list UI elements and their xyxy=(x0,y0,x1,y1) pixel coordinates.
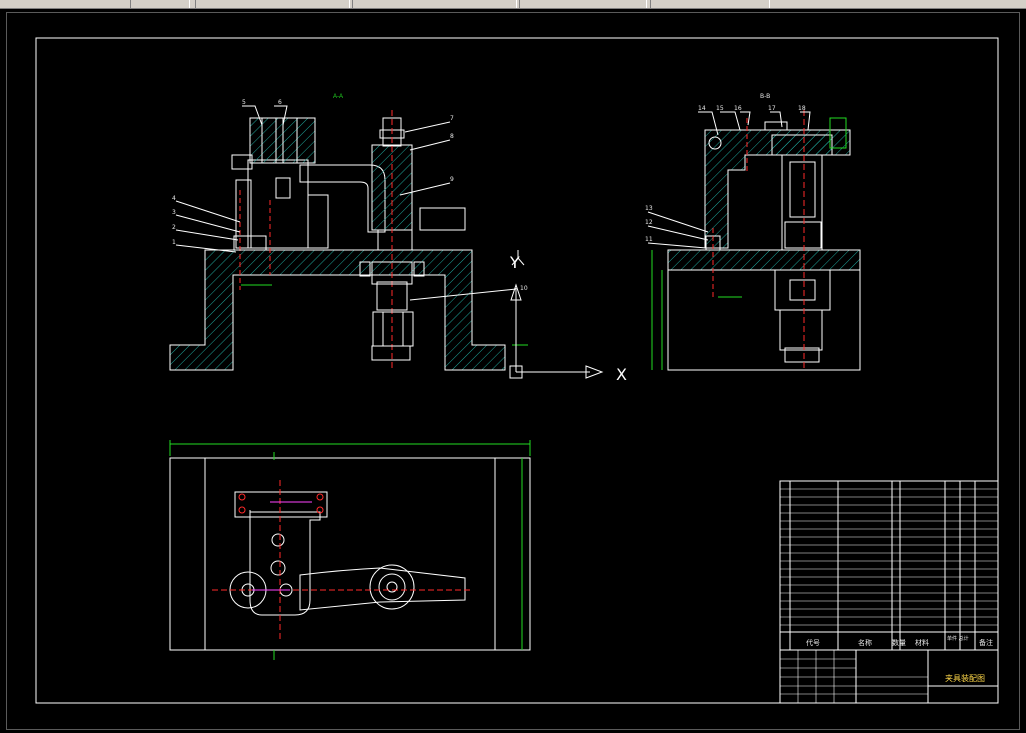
bill-of-materials xyxy=(779,480,999,704)
svg-text:1: 1 xyxy=(172,239,176,246)
svg-text:B-B: B-B xyxy=(760,93,770,100)
svg-text:8: 8 xyxy=(450,133,454,140)
svg-text:15: 15 xyxy=(716,105,724,112)
col-remark: 备注 xyxy=(979,638,993,647)
bom-rows xyxy=(780,488,998,703)
cad-drawing-canvas[interactable]: 5 6 7 8 9 4 3 2 1 10 A-A Y X 14 15 16 17 18 13… xyxy=(0,0,1026,733)
side-view xyxy=(647,110,861,371)
svg-text:10: 10 xyxy=(520,285,528,292)
col-material: 材料 xyxy=(915,638,929,647)
col-qty: 数量 xyxy=(892,638,906,647)
col-code: 代号 xyxy=(806,638,820,647)
svg-text:6: 6 xyxy=(278,99,282,106)
x-axis-label: X xyxy=(616,365,627,384)
col-weight: 单件 总计 xyxy=(947,635,969,642)
svg-text:12: 12 xyxy=(645,219,653,226)
svg-text:13: 13 xyxy=(645,205,653,212)
side-view-dimensions xyxy=(651,117,847,370)
svg-text:9: 9 xyxy=(450,176,454,183)
col-name: 名称 xyxy=(858,638,872,647)
svg-text:5: 5 xyxy=(242,99,246,106)
drawing-title: 夹具装配图 xyxy=(945,673,985,683)
svg-text:17: 17 xyxy=(768,105,776,112)
svg-text:2: 2 xyxy=(172,224,176,231)
svg-text:16: 16 xyxy=(734,105,742,112)
svg-text:3: 3 xyxy=(172,209,176,216)
svg-text:11: 11 xyxy=(645,236,653,243)
svg-text:4: 4 xyxy=(172,195,176,202)
y-axis-label: Y xyxy=(509,253,520,272)
plan-view xyxy=(169,457,531,651)
plan-view-dimensions xyxy=(169,440,531,660)
ucs-axes xyxy=(509,250,604,379)
svg-text:7: 7 xyxy=(450,115,454,122)
svg-text:18: 18 xyxy=(798,105,806,112)
svg-text:A-A: A-A xyxy=(333,94,343,100)
front-view xyxy=(169,105,517,371)
svg-text:14: 14 xyxy=(698,105,706,112)
